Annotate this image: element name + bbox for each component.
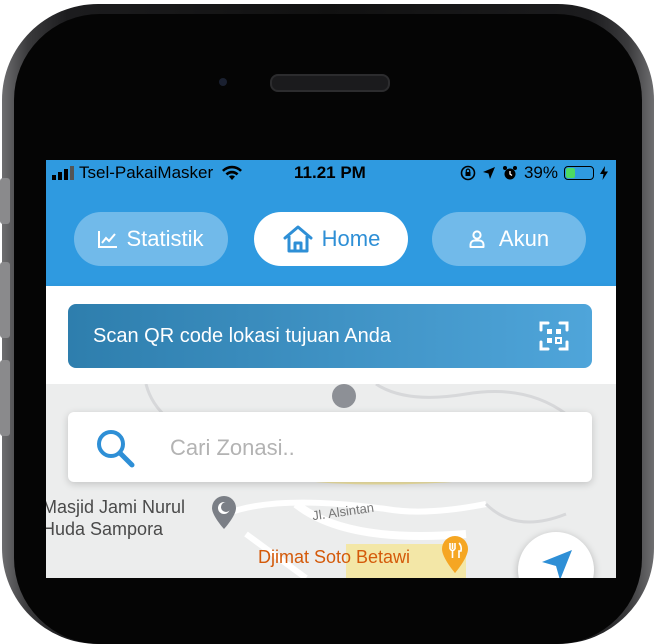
tab-statistik-label: Statistik <box>126 226 204 251</box>
charging-bolt-icon <box>600 166 608 180</box>
location-arrow-icon <box>482 167 495 179</box>
scan-qr-label: Scan QR code lokasi tujuan Anda <box>93 324 391 347</box>
app-screen: Tsel-PakaiMasker 11.21 PM 39% Statistik … <box>46 160 616 578</box>
home-icon <box>283 225 313 253</box>
poi-masjid-label: Masjid Jami Nurul Huda Sampora <box>46 497 186 539</box>
status-bar-right: 39% <box>460 163 608 183</box>
alarm-icon <box>502 166 517 180</box>
search-icon <box>97 430 135 468</box>
status-bar-left: Tsel-PakaiMasker <box>52 163 243 183</box>
top-nav: Statistik Home Akun <box>46 186 616 286</box>
status-bar: Tsel-PakaiMasker 11.21 PM 39% <box>46 160 616 186</box>
tab-home-label: Home <box>321 226 381 251</box>
scan-section: Scan QR code lokasi tujuan Anda <box>46 286 616 384</box>
side-button-volume-up <box>0 262 10 338</box>
mosque-pin-icon <box>212 496 236 529</box>
earpiece-speaker <box>270 74 390 92</box>
search-input[interactable] <box>168 432 552 464</box>
chart-line-icon <box>98 231 118 248</box>
tab-statistik[interactable]: Statistik <box>74 212 228 266</box>
signal-icon <box>52 166 74 180</box>
side-button-mute <box>0 178 10 224</box>
restaurant-pin-icon <box>442 536 468 573</box>
search-box[interactable] <box>68 412 592 482</box>
map-view[interactable]: Masjid Jami Nurul Huda Sampora Jl. Alsin… <box>46 384 616 578</box>
user-icon <box>469 230 485 248</box>
poi-soto-label: Djimat Soto Betawi <box>258 547 411 567</box>
navigation-arrow-icon <box>542 550 572 578</box>
front-camera <box>219 78 227 86</box>
carrier-name: Tsel-PakaiMasker <box>79 163 214 182</box>
wifi-icon <box>222 165 243 180</box>
side-button-volume-down <box>0 360 10 436</box>
battery-percent: 39% <box>523 163 558 182</box>
tab-home[interactable]: Home <box>254 212 408 266</box>
tab-akun-label: Akun <box>498 226 550 251</box>
tab-akun[interactable]: Akun <box>432 212 586 266</box>
battery-icon <box>564 166 594 180</box>
orientation-lock-icon <box>460 165 476 181</box>
status-time: 11.21 PM <box>294 163 366 182</box>
qr-scan-icon <box>539 321 569 351</box>
scan-qr-button[interactable]: Scan QR code lokasi tujuan Anda <box>68 304 592 368</box>
